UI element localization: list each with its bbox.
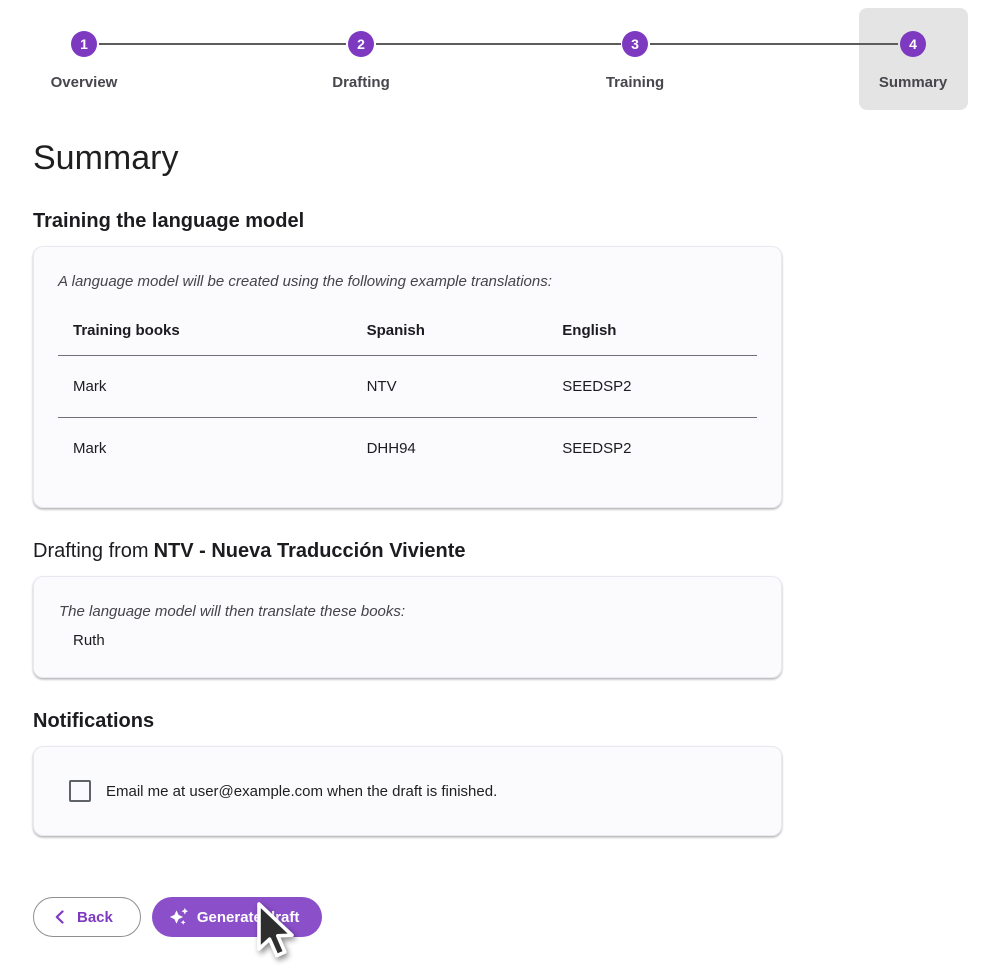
step-number-badge: 4 — [900, 31, 926, 57]
email-notification-checkbox[interactable] — [69, 780, 91, 802]
drafting-note: The language model will then translate t… — [59, 603, 757, 620]
wizard-stepper: 1 Overview 2 Drafting 3 Training 4 Summa… — [0, 0, 1000, 110]
training-card: A language model will be created using t… — [33, 246, 782, 508]
step-summary[interactable]: 4 Summary — [843, 0, 983, 91]
step-drafting[interactable]: 2 Drafting — [291, 0, 431, 91]
step-number-badge: 3 — [622, 31, 648, 57]
step-number-badge: 2 — [348, 31, 374, 57]
cell-spanish: DHH94 — [352, 418, 548, 480]
table-row: Mark DHH94 SEEDSP2 — [58, 418, 757, 480]
generate-draft-label: Generate draft — [197, 909, 300, 926]
drafting-source-name: NTV - Nueva Traducción Viviente — [154, 540, 466, 562]
step-label: Drafting — [332, 74, 390, 91]
step-number-badge: 1 — [71, 31, 97, 57]
table-header-row: Training books Spanish English — [58, 302, 757, 356]
notifications-card: Email me at user@example.com when the dr… — [33, 746, 782, 836]
column-header-english: English — [547, 302, 757, 356]
back-button[interactable]: Back — [33, 897, 141, 937]
notifications-section-heading: Notifications — [33, 709, 782, 733]
summary-page: Summary Training the language model A la… — [33, 138, 782, 836]
sparkles-icon — [169, 907, 189, 927]
cell-book: Mark — [58, 356, 352, 418]
drafting-section-heading: Drafting fromNTV - Nueva Traducción Vivi… — [33, 539, 782, 563]
page-title: Summary — [33, 138, 782, 178]
cell-english: SEEDSP2 — [547, 356, 757, 418]
training-table: Training books Spanish English Mark NTV … — [58, 302, 757, 479]
draft-book-item: Ruth — [73, 632, 757, 649]
column-header-spanish: Spanish — [352, 302, 548, 356]
table-row: Mark NTV SEEDSP2 — [58, 356, 757, 418]
cell-spanish: NTV — [352, 356, 548, 418]
column-header-training-books: Training books — [58, 302, 352, 356]
chevron-left-icon — [55, 910, 64, 924]
email-notification-label: Email me at user@example.com when the dr… — [106, 783, 497, 800]
step-overview[interactable]: 1 Overview — [14, 0, 154, 91]
cell-book: Mark — [58, 418, 352, 480]
step-label: Overview — [51, 74, 118, 91]
action-bar: Back Generate draft — [33, 897, 1000, 937]
cell-english: SEEDSP2 — [547, 418, 757, 480]
step-label: Summary — [879, 74, 947, 91]
drafting-heading-prefix: Drafting from — [33, 540, 149, 562]
generate-draft-button[interactable]: Generate draft — [152, 897, 323, 937]
back-button-label: Back — [77, 909, 113, 926]
step-training[interactable]: 3 Training — [565, 0, 705, 91]
drafting-card: The language model will then translate t… — [33, 576, 782, 678]
training-note: A language model will be created using t… — [58, 273, 757, 290]
training-section-heading: Training the language model — [33, 209, 782, 233]
step-label: Training — [606, 74, 664, 91]
